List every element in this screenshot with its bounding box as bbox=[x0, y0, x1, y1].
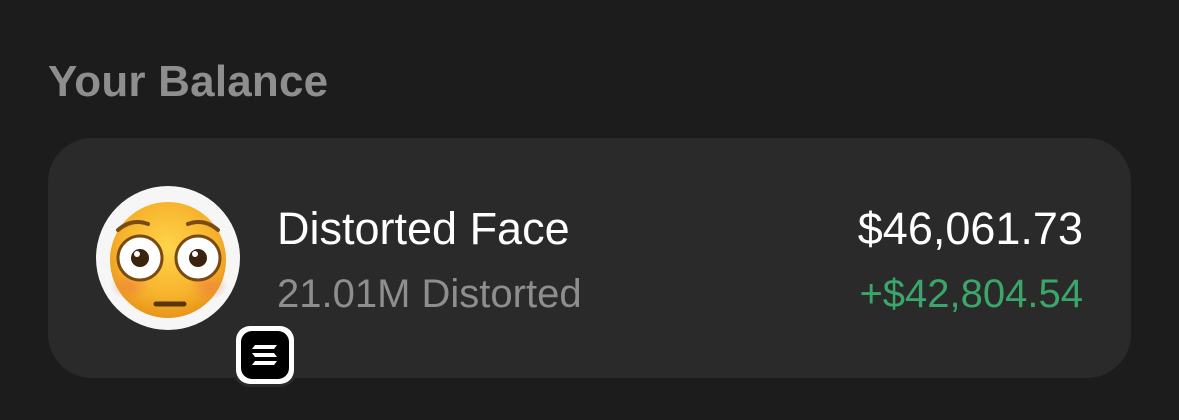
chain-badge bbox=[236, 326, 294, 384]
balance-change: +$42,804.54 bbox=[859, 272, 1083, 316]
flushed-face-emoji-icon bbox=[110, 202, 228, 318]
solana-chain-icon bbox=[241, 331, 289, 379]
token-name: Distorted Face bbox=[277, 203, 570, 254]
balance-section: Your Balance Distorted Face 21.01M Disto… bbox=[0, 0, 1179, 420]
token-avatar bbox=[96, 186, 294, 384]
token-amount: 21.01M Distorted bbox=[277, 272, 582, 316]
token-balance-card[interactable]: Distorted Face 21.01M Distorted $46,061.… bbox=[48, 138, 1131, 384]
balance-value: $46,061.73 bbox=[857, 203, 1083, 254]
section-title: Your Balance bbox=[48, 57, 329, 106]
